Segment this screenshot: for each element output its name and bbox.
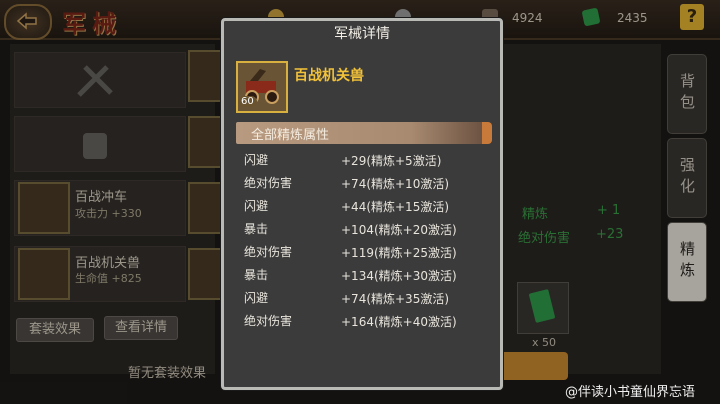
attr-name: 闪避 xyxy=(244,291,269,305)
attr-value: +164(精炼+40激活) xyxy=(341,315,457,329)
watermark: @伴读小书童仙界忘语 xyxy=(565,385,696,400)
attr-value: +104(精炼+20激活) xyxy=(341,223,457,237)
attr-name: 闪避 xyxy=(244,153,269,167)
section-title: 全部精炼属性 xyxy=(251,128,330,143)
item-detail-modal: 军械详情 60 百战机关兽 全部精炼属性 闪避 +29(精炼+5激活) 绝对伤害… xyxy=(221,18,503,390)
attr-name: 绝对伤害 xyxy=(244,176,293,190)
attr-name: 闪避 xyxy=(244,199,269,213)
attr-value: +74(精炼+10激活) xyxy=(341,177,450,191)
attr-value: +134(精炼+30激活) xyxy=(341,269,457,283)
attr-value: +119(精炼+25激活) xyxy=(341,246,457,260)
attr-name: 暴击 xyxy=(244,268,269,282)
attr-value: +44(精炼+15激活) xyxy=(341,200,450,214)
attr-value: +29(精炼+5激活) xyxy=(341,154,442,168)
modal-title: 军械详情 xyxy=(334,26,390,42)
section-header: 全部精炼属性 xyxy=(236,122,492,144)
attr-name: 暴击 xyxy=(244,222,269,236)
attr-name: 绝对伤害 xyxy=(244,314,293,328)
attr-name: 绝对伤害 xyxy=(244,245,293,259)
item-level-badge: 60 xyxy=(238,96,257,107)
attr-value: +74(精炼+35激活) xyxy=(341,292,450,306)
item-name: 百战机关兽 xyxy=(294,68,364,84)
